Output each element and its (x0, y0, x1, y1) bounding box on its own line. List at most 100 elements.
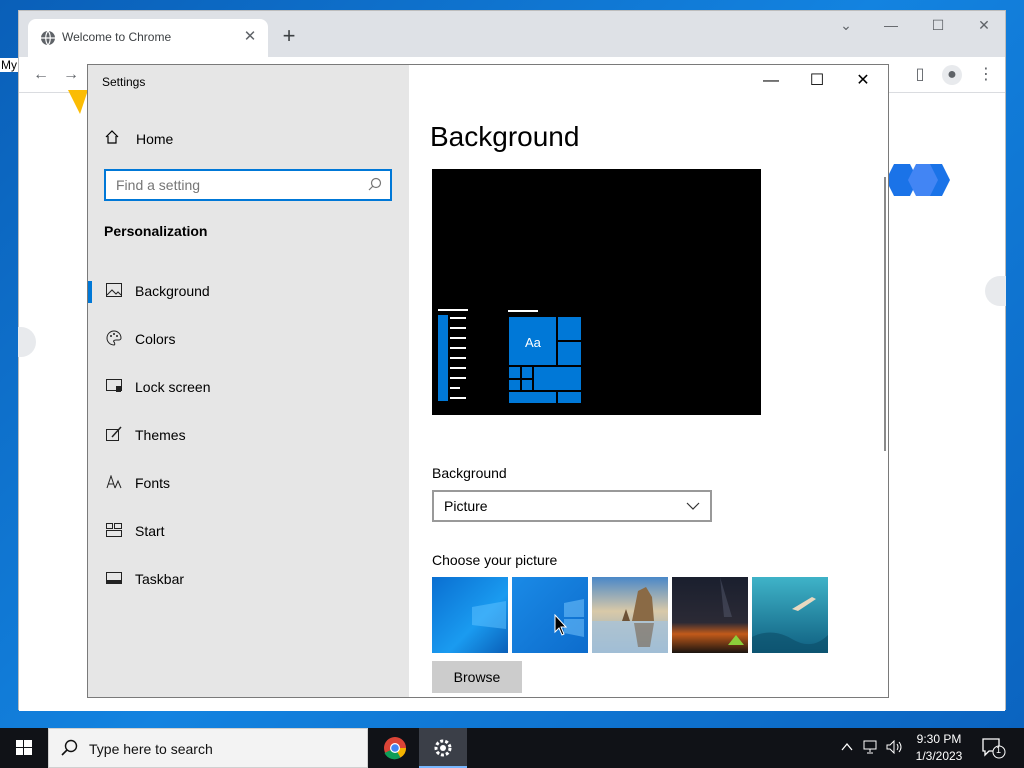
preview-block (438, 315, 448, 401)
nav-item-label: Themes (135, 427, 186, 443)
preview-tile (521, 379, 533, 391)
preview-tile (557, 316, 582, 341)
lock-screen-icon (105, 378, 123, 396)
chrome-close-button[interactable]: ✕ (969, 17, 999, 34)
new-tab-button[interactable]: + (277, 25, 301, 49)
picture-thumbnail-underwater-swimmer[interactable] (752, 577, 828, 653)
nav-item-start[interactable]: Start (88, 511, 409, 551)
preview-line (450, 377, 466, 379)
preview-line (450, 337, 466, 339)
search-icon (368, 177, 382, 194)
background-preview: Aa (432, 169, 761, 415)
nav-item-label: Background (135, 283, 210, 299)
preview-tile (508, 379, 521, 391)
home-nav-item[interactable]: Home (104, 127, 173, 151)
nav-item-label: Colors (135, 331, 176, 347)
choose-picture-label: Choose your picture (432, 552, 558, 568)
preview-line (450, 327, 466, 329)
chevron-up-icon[interactable] (840, 740, 854, 757)
notification-center-button[interactable]: 1 (980, 736, 1006, 760)
start-icon (105, 522, 123, 540)
network-icon[interactable] (863, 740, 881, 757)
taskbar: Type here to search 9:30 PM 1/3/2023 1 (0, 728, 1024, 768)
settings-taskbar-button[interactable] (419, 728, 467, 768)
nav-item-label: Fonts (135, 475, 171, 491)
scrollbar[interactable] (884, 177, 886, 451)
fonts-icon (105, 473, 123, 492)
themes-icon (105, 425, 123, 445)
windows-logo-icon (16, 740, 32, 755)
search-icon (61, 739, 79, 762)
page-title: Background (430, 121, 580, 152)
nav-item-colors[interactable]: Colors (88, 319, 409, 359)
chrome-taskbar-button[interactable] (371, 728, 419, 768)
background-type-value: Picture (444, 498, 488, 514)
chrome-menu-icon[interactable]: ⋮ (976, 65, 996, 85)
settings-close-button[interactable]: ✕ (840, 71, 886, 91)
preview-tile (533, 366, 582, 391)
preview-line (450, 367, 466, 369)
settings-window: Settings Home Find a setting Personaliza… (87, 64, 889, 698)
notification-count: 1 (996, 745, 1002, 755)
chrome-tab-bar: Welcome to Chrome ✕ + ⌄ — ☐ ✕ (19, 11, 1005, 57)
start-button[interactable] (0, 728, 48, 768)
picture-thumbnail-night-tent[interactable] (672, 577, 748, 653)
preview-tile-text: Aa (525, 335, 541, 350)
taskbar-search-placeholder: Type here to search (89, 741, 213, 757)
preview-line (450, 397, 466, 399)
preview-tile: Aa (508, 316, 557, 366)
nav-item-label: Lock screen (135, 379, 211, 395)
chrome-tab[interactable]: Welcome to Chrome ✕ (28, 19, 268, 57)
desktop-icon-label[interactable]: My (0, 58, 18, 72)
preview-tile (508, 366, 521, 379)
preview-line (450, 317, 466, 319)
tab-search-icon[interactable]: ⌄ (831, 17, 861, 34)
decorative-shape (68, 90, 88, 114)
nav-item-background[interactable]: Background (88, 271, 409, 311)
section-heading: Personalization (104, 223, 208, 239)
palette-icon (105, 329, 123, 349)
clock-date: 1/3/2023 (915, 749, 963, 763)
forward-icon[interactable]: → (61, 65, 81, 85)
picture-icon (105, 282, 123, 300)
preview-tile (521, 366, 533, 379)
chevron-down-icon (686, 496, 700, 519)
nav-item-taskbar[interactable]: Taskbar (88, 559, 409, 599)
chrome-minimize-button[interactable]: — (876, 17, 906, 33)
preview-line (508, 310, 538, 312)
settings-content: — ☐ ✕ Background Aa Background Picture C… (409, 65, 888, 697)
picture-thumbnail-windows-light[interactable] (432, 577, 508, 653)
preview-line (450, 357, 466, 359)
preview-line (438, 309, 468, 311)
chrome-logo-icon (384, 737, 406, 760)
settings-maximize-button[interactable]: ☐ (794, 71, 840, 91)
back-icon[interactable]: ← (31, 65, 51, 85)
profile-icon[interactable]: ● (942, 65, 962, 85)
preview-tile (557, 341, 582, 366)
nav-item-fonts[interactable]: Fonts (88, 463, 409, 503)
nav-item-label: Start (135, 523, 165, 539)
preview-tile (508, 391, 557, 404)
side-panel-icon[interactable]: ▯ (910, 65, 930, 85)
taskbar-search-input[interactable]: Type here to search (48, 728, 368, 768)
browse-button[interactable]: Browse (432, 661, 522, 693)
background-label: Background (432, 465, 507, 481)
picture-thumbnail-beach-rocks[interactable] (592, 577, 668, 653)
taskbar-clock[interactable]: 9:30 PM 1/3/2023 (900, 731, 978, 765)
close-tab-icon[interactable]: ✕ (240, 27, 260, 47)
nav-item-lock-screen[interactable]: Lock screen (88, 367, 409, 407)
background-type-select[interactable]: Picture (432, 490, 712, 522)
taskbar-icon (105, 571, 123, 587)
mouse-cursor-icon (554, 614, 568, 636)
globe-icon (41, 30, 55, 46)
home-label: Home (136, 131, 174, 147)
chrome-maximize-button[interactable]: ☐ (923, 17, 953, 34)
picture-thumbnail-windows-blue[interactable] (512, 577, 588, 653)
settings-minimize-button[interactable]: — (748, 71, 794, 91)
nav-item-label: Taskbar (135, 571, 185, 587)
settings-search-input[interactable]: Find a setting (104, 169, 392, 201)
decorative-hexagons (886, 164, 950, 196)
search-placeholder: Find a setting (116, 177, 201, 193)
nav-item-themes[interactable]: Themes (88, 415, 409, 455)
preview-tile (557, 391, 582, 404)
